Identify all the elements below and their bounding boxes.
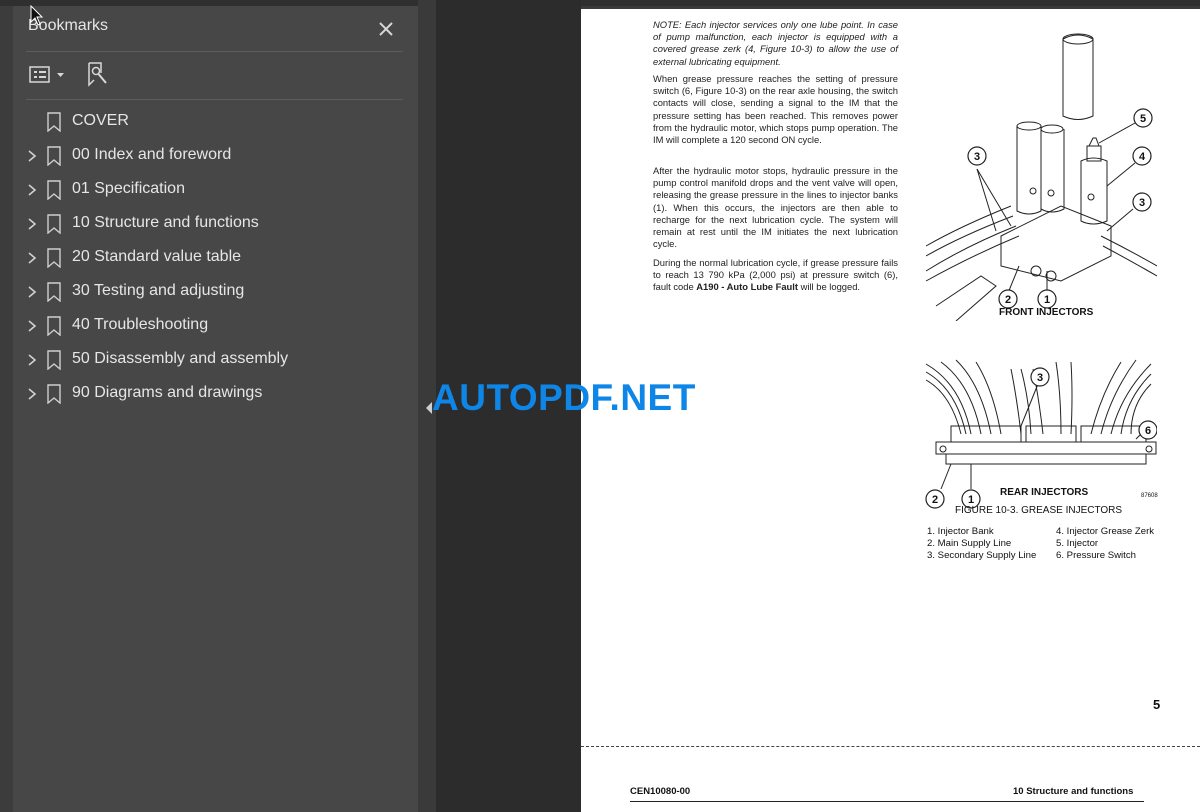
bookmark-item[interactable]: 10 Structure and functions	[20, 208, 400, 240]
fault-code: A190 - Auto Lube Fault	[696, 281, 799, 293]
bookmark-item[interactable]: COVER	[20, 106, 400, 138]
bookmark-icon	[47, 282, 61, 302]
chevron-right-icon[interactable]	[25, 352, 39, 368]
bookmark-label: 30 Testing and adjusting	[72, 282, 245, 299]
find-current-bookmark-icon[interactable]	[85, 61, 111, 87]
legend-item: 2. Main Supply Line	[927, 538, 1012, 549]
close-icon[interactable]	[375, 18, 397, 40]
chevron-right-icon[interactable]	[25, 386, 39, 402]
watermark: AUTOPDF.NET	[432, 377, 696, 418]
page-break-line	[581, 746, 1200, 747]
divider	[26, 51, 403, 52]
chevron-right-icon[interactable]	[25, 148, 39, 164]
chevron-right-icon[interactable]	[25, 318, 39, 334]
bookmark-icon	[47, 180, 61, 200]
bookmark-label: 20 Standard value table	[72, 248, 242, 265]
body-paragraph: During the normal lubrication cycle, if …	[653, 257, 898, 293]
chevron-right-icon[interactable]	[25, 216, 39, 232]
chevron-right-icon[interactable]	[25, 250, 39, 266]
bookmark-item[interactable]: 40 Troubleshooting	[20, 310, 400, 342]
mouse-cursor-icon	[30, 5, 44, 26]
callout-3: 3	[1037, 372, 1043, 384]
bookmark-icon	[47, 316, 61, 336]
legend-item: 1. Injector Bank	[927, 526, 994, 537]
legend-item: 4. Injector Grease Zerk	[1056, 526, 1155, 537]
callout-4: 4	[1139, 151, 1146, 163]
bookmark-icon	[47, 350, 61, 370]
bookmark-item[interactable]: 01 Specification	[20, 174, 400, 206]
callout-3: 3	[1139, 197, 1145, 209]
legend-item: 6. Pressure Switch	[1056, 550, 1136, 561]
bookmark-item[interactable]: 20 Standard value table	[20, 242, 400, 274]
figure-code: 87608	[1141, 493, 1158, 499]
footer-doc-code: CEN10080-00	[630, 786, 691, 797]
bookmark-item[interactable]: 30 Testing and adjusting	[20, 276, 400, 308]
chevron-right-icon[interactable]	[25, 182, 39, 198]
rear-injectors-caption: REAR INJECTORS	[1000, 487, 1089, 498]
bookmark-item[interactable]: 50 Disassembly and assembly	[20, 344, 400, 376]
bookmark-item[interactable]: 90 Diagrams and drawings	[20, 378, 400, 410]
callout-3: 3	[974, 151, 980, 163]
body-paragraph: After the hydraulic motor stops, hydraul…	[653, 165, 898, 250]
bookmark-item[interactable]: 00 Index and foreword	[20, 140, 400, 172]
callout-2: 2	[932, 494, 938, 506]
legend-item: 3. Secondary Supply Line	[927, 550, 1037, 561]
bookmark-label: COVER	[72, 112, 129, 129]
bookmark-icon	[47, 146, 61, 166]
front-injectors-caption: FRONT INJECTORS	[999, 307, 1094, 318]
divider	[26, 99, 403, 100]
bookmark-options-icon[interactable]	[29, 64, 67, 86]
bookmark-label: 50 Disassembly and assembly	[72, 350, 289, 367]
footer-section: 10 Structure and functions	[1013, 786, 1134, 797]
front-injectors-illustration: 5 3 4 3 2 1	[925, 33, 1157, 321]
top-edge	[0, 0, 1200, 6]
bookmark-label: 40 Troubleshooting	[72, 316, 209, 333]
bookmark-label: 01 Specification	[72, 180, 185, 197]
callout-2: 2	[1005, 294, 1011, 306]
chevron-right-icon[interactable]	[25, 284, 39, 300]
bookmark-icon	[47, 214, 61, 234]
bookmark-icon	[47, 384, 61, 404]
bookmark-icon	[47, 112, 61, 132]
note-paragraph: NOTE: Each injector services only one lu…	[653, 19, 898, 67]
left-toolbar-strip	[0, 0, 13, 812]
callout-5: 5	[1140, 113, 1146, 125]
legend-item: 5. Injector	[1056, 538, 1099, 549]
callout-1: 1	[1044, 294, 1050, 306]
bookmark-label: 00 Index and foreword	[72, 146, 232, 163]
figure-title: FIGURE 10-3. GREASE INJECTORS	[955, 505, 1123, 516]
bookmark-icon	[47, 248, 61, 268]
body-paragraph: When grease pressure reaches the setting…	[653, 73, 898, 146]
footer-rule	[630, 801, 1144, 802]
bookmark-label: 90 Diagrams and drawings	[72, 384, 263, 401]
callout-6: 6	[1145, 425, 1151, 437]
page-number: 5	[1153, 697, 1161, 712]
bookmark-label: 10 Structure and functions	[72, 214, 259, 231]
